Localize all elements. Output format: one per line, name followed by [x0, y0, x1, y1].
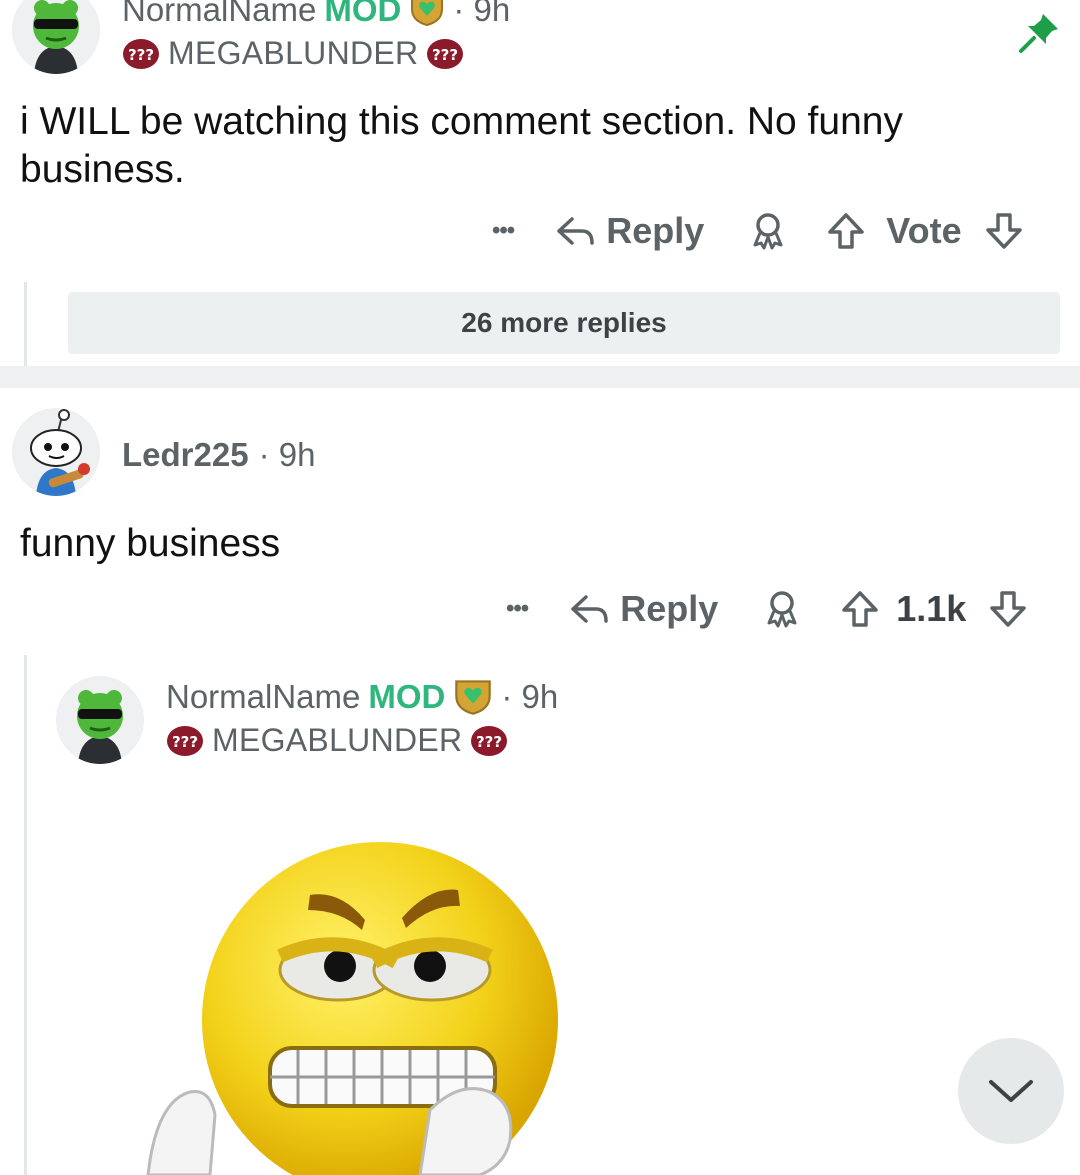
user-flair: ??? MEGABLUNDER ??? [166, 722, 508, 759]
frog-avatar-icon [56, 676, 144, 764]
comment-actions: ••• Reply Vote [492, 210, 1024, 252]
timestamp: · 9h [453, 0, 511, 28]
comment-header: NormalName MOD · 9h [122, 0, 510, 29]
comment-body: funny business [20, 522, 281, 565]
mod-shield-icon [455, 680, 492, 715]
comment-actions: ••• Reply 1.1k [506, 588, 1028, 630]
timestamp: · 9h [258, 436, 316, 473]
more-options-button[interactable]: ••• [506, 595, 529, 623]
chevron-down-icon [989, 1080, 1033, 1102]
upvote-button[interactable] [840, 589, 880, 629]
award-icon [767, 591, 797, 628]
thread-line[interactable] [24, 655, 27, 1175]
angry-emoji-image[interactable] [140, 830, 600, 1175]
vote-count: Vote [886, 210, 962, 251]
reply-label: Reply [606, 210, 705, 251]
flair-question-icon: ??? [167, 725, 203, 756]
username[interactable]: Ledr225 [122, 436, 249, 474]
username[interactable]: NormalName [166, 678, 360, 716]
avatar[interactable] [12, 408, 100, 496]
upvote-icon [842, 591, 879, 627]
reply-button[interactable]: Reply [554, 210, 704, 252]
flair-question-icon: ??? [471, 725, 508, 756]
downvote-button[interactable] [988, 589, 1028, 629]
snoo-avatar-icon [12, 408, 100, 496]
award-icon [753, 213, 783, 250]
pin-icon [1016, 10, 1062, 61]
downvote-icon [985, 213, 1022, 249]
avatar[interactable] [12, 0, 100, 74]
reply-label: Reply [620, 588, 719, 629]
frog-avatar-icon [12, 0, 100, 74]
user-flair: ??? MEGABLUNDER ??? [122, 35, 464, 72]
comment-header: Ledr225 · 9h [122, 436, 315, 474]
more-replies-button[interactable]: 26 more replies [68, 292, 1060, 354]
reply-button[interactable]: Reply [568, 588, 718, 630]
comment-divider [0, 366, 1080, 388]
mod-badge: MOD [368, 678, 446, 715]
svg-text:???: ??? [476, 733, 502, 751]
award-button[interactable] [762, 589, 802, 629]
mod-shield-icon [411, 0, 444, 27]
flair-text: MEGABLUNDER [212, 722, 463, 758]
downvote-button[interactable] [984, 211, 1024, 251]
comment-header: NormalName MOD · 9h [166, 678, 558, 716]
more-options-button[interactable]: ••• [492, 217, 515, 245]
vote-count: 1.1k [896, 588, 967, 629]
scroll-down-button[interactable] [958, 1038, 1064, 1144]
reply-arrow-icon [557, 217, 594, 245]
flair-question-icon: ??? [427, 38, 464, 69]
avatar[interactable] [56, 676, 144, 764]
flair-text: MEGABLUNDER [168, 35, 419, 71]
upvote-button[interactable] [826, 211, 866, 251]
comment-body: i WILL be watching this comment section.… [20, 100, 903, 191]
thread-line[interactable] [24, 282, 27, 366]
downvote-icon [990, 591, 1027, 627]
reply-arrow-icon [571, 595, 608, 623]
upvote-icon [828, 213, 865, 249]
award-button[interactable] [748, 211, 788, 251]
timestamp: · 9h [501, 678, 559, 715]
svg-text:???: ??? [172, 733, 198, 751]
svg-text:???: ??? [432, 46, 458, 64]
svg-text:???: ??? [128, 46, 154, 64]
flair-question-icon: ??? [123, 38, 159, 69]
mod-badge: MOD [324, 0, 402, 28]
username[interactable]: NormalName [122, 0, 316, 29]
